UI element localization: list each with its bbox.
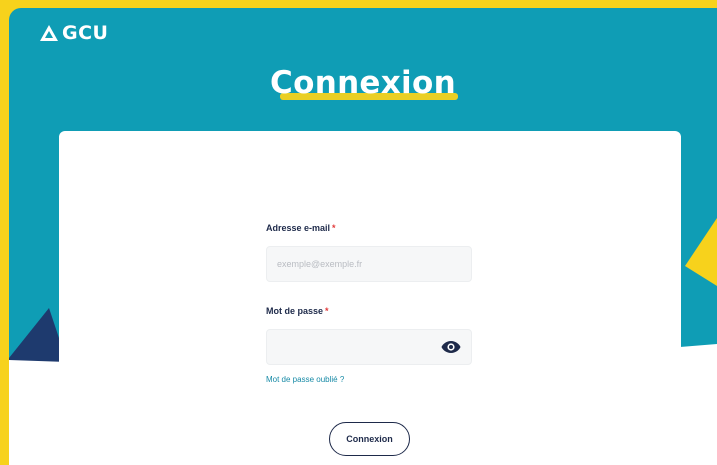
forgot-password-link[interactable]: Mot de passe oublié ?: [266, 375, 344, 384]
required-marker: *: [332, 223, 336, 233]
required-marker: *: [325, 306, 329, 316]
login-card: Adresse e-mail* Mot de passe* Mot de pas…: [59, 131, 681, 465]
login-button[interactable]: Connexion: [329, 422, 410, 456]
yellow-decor-shape: [685, 218, 717, 286]
eye-icon[interactable]: [441, 340, 461, 354]
gcu-logo[interactable]: GCU: [39, 22, 108, 44]
logo-triangle-icon: [40, 25, 58, 41]
email-label-text: Adresse e-mail: [266, 223, 331, 233]
login-screen: GCU Connexion Adresse e-mail* Mot de pas…: [9, 8, 717, 465]
password-label: Mot de passe *: [266, 306, 329, 316]
navy-decor-shape: [9, 308, 59, 368]
page-title: Connexion: [270, 65, 456, 101]
password-field[interactable]: [267, 330, 437, 364]
password-field-box: [266, 329, 472, 365]
email-field-box: [266, 246, 472, 282]
email-label: Adresse e-mail *: [266, 223, 336, 233]
logo-text: GCU: [62, 22, 109, 44]
email-field[interactable]: [267, 247, 437, 281]
password-label-text: Mot de passe: [266, 306, 324, 316]
